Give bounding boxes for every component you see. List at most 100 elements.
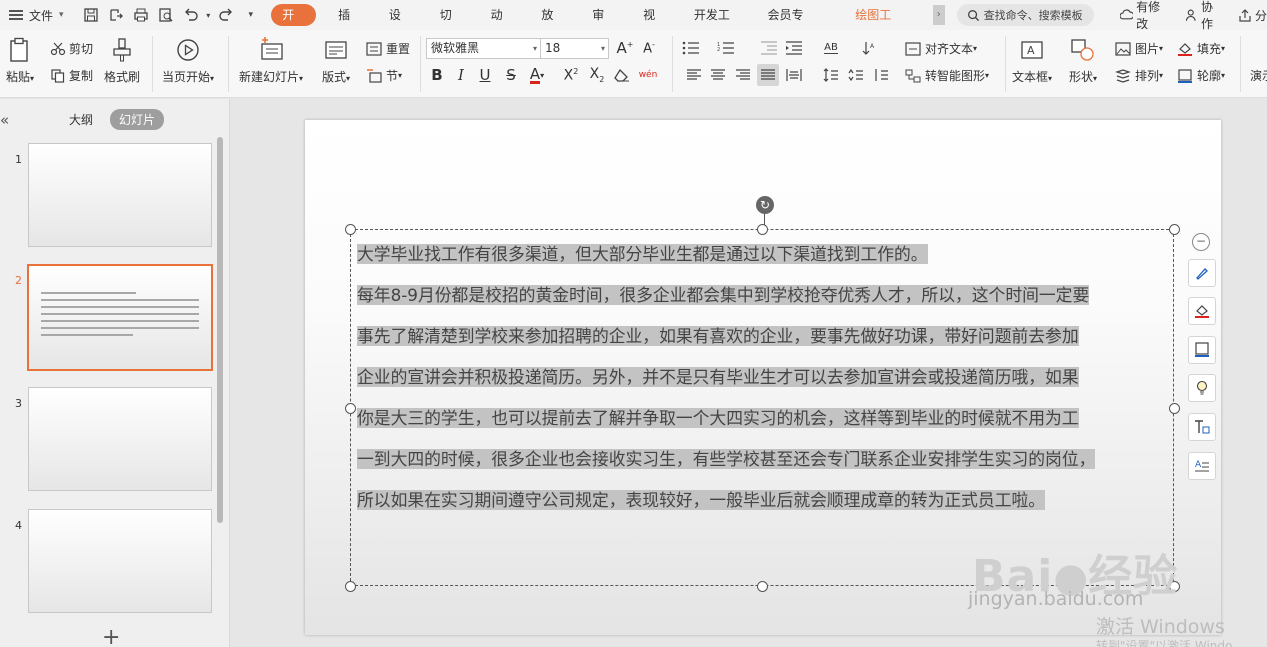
tab-2[interactable]: 设计 <box>375 4 426 44</box>
lightbulb-icon[interactable] <box>1188 374 1216 402</box>
format-painter-button[interactable]: 格式刷 <box>104 36 140 85</box>
section-button[interactable]: 节 ▾ <box>366 67 402 84</box>
arrange-button[interactable]: 排列 ▾ <box>1115 67 1163 84</box>
rotate-handle-icon[interactable]: ↻ <box>756 196 774 214</box>
resize-handle[interactable] <box>345 581 356 592</box>
new-slide-button[interactable]: 新建幻灯片▾ <box>239 36 303 85</box>
tab-4[interactable]: 动画 <box>477 4 528 44</box>
shape-outline-icon[interactable] <box>1188 336 1216 364</box>
tab-1[interactable]: 插入 <box>324 4 375 44</box>
present-button[interactable]: 演示 <box>1250 67 1267 84</box>
svg-text:A: A <box>1027 44 1035 57</box>
distributed-icon[interactable] <box>783 64 805 86</box>
brush-style-icon[interactable] <box>1188 259 1216 287</box>
align-left-icon[interactable] <box>683 64 705 86</box>
tab-5[interactable]: 放映 <box>527 4 578 44</box>
panel-scrollbar[interactable] <box>217 137 223 523</box>
slide-body-text[interactable]: 大学毕业找工作有很多渠道，但大部分毕业生都是通过以下渠道找到工作的。 每年8-9… <box>357 234 1173 521</box>
ribbon-separator <box>672 36 673 92</box>
file-menu[interactable]: 文件 ▾ <box>0 0 78 30</box>
font-name-select[interactable]: 微软雅黑 ▾ <box>426 38 541 59</box>
add-slide-button[interactable]: + <box>102 625 120 647</box>
numbering-icon[interactable]: 12 <box>715 37 737 59</box>
phonetic-guide-icon[interactable]: wén <box>637 64 659 86</box>
bullets-icon[interactable] <box>680 37 702 59</box>
decrease-indent-icon[interactable] <box>758 37 780 59</box>
print-icon[interactable] <box>128 4 153 26</box>
font-size-select[interactable]: 18 ▾ <box>540 38 609 59</box>
collapse-panel-icon[interactable]: « <box>0 111 9 129</box>
text-direction-icon[interactable]: AB <box>820 37 842 59</box>
resize-handle[interactable] <box>757 581 768 592</box>
spacing-options-icon[interactable] <box>870 64 892 86</box>
customize-qa-icon[interactable]: ▾ <box>238 4 263 26</box>
copy-button[interactable]: 复制 <box>50 67 93 84</box>
picture-button[interactable]: 图片 ▾ <box>1115 40 1163 57</box>
text-style-icon[interactable]: A <box>1188 452 1216 480</box>
resize-handle[interactable] <box>1169 581 1180 592</box>
command-search[interactable]: 查找命令、搜索模板 <box>956 4 1094 26</box>
shape-icon <box>1071 39 1094 61</box>
tab-8[interactable]: 开发工具 <box>680 4 754 44</box>
play-from-current-button[interactable]: 当页开始▾ <box>162 36 214 85</box>
align-text-button[interactable]: 对齐文本 ▾ <box>905 40 977 57</box>
fill-button[interactable]: 填充 ▾ <box>1177 40 1225 57</box>
share-button[interactable]: 分 <box>1238 7 1267 24</box>
print-preview-icon[interactable] <box>153 4 178 26</box>
increase-font-icon[interactable]: A+ <box>614 37 636 59</box>
bold-icon[interactable]: B <box>426 64 448 86</box>
slide-thumbnail-2[interactable] <box>27 264 213 371</box>
align-center-icon[interactable] <box>707 64 729 86</box>
collab-button[interactable]: 协作 <box>1185 0 1224 32</box>
tab-6[interactable]: 审阅 <box>578 4 629 44</box>
shape-fill-icon[interactable] <box>1188 297 1216 325</box>
reset-button[interactable]: 重置 <box>366 40 410 57</box>
save-icon[interactable] <box>78 4 103 26</box>
modified-button[interactable]: 有修改 <box>1119 0 1171 32</box>
slide-thumbnail-4[interactable] <box>28 509 212 613</box>
justify-icon[interactable] <box>757 64 779 86</box>
sort-icon[interactable]: A <box>858 37 880 59</box>
tab-7[interactable]: 视图 <box>629 4 680 44</box>
tab-outline[interactable]: 大纲 <box>60 109 102 130</box>
strikethrough-icon[interactable]: S <box>500 64 522 86</box>
slide-canvas[interactable]: ↻ 大学毕业找工作有很多渠道，但大部分毕业生都是通过以下渠道找到工作的。 每年8… <box>305 120 1221 635</box>
undo-icon[interactable] <box>178 4 203 26</box>
tab-10[interactable]: 绘图工具 <box>827 4 929 44</box>
italic-icon[interactable]: I <box>450 64 472 86</box>
tabs-more-icon[interactable]: › <box>932 5 945 25</box>
superscript-icon[interactable]: X2 <box>560 64 582 86</box>
cut-button[interactable]: 剪切 <box>50 40 93 57</box>
increase-indent-icon[interactable] <box>783 37 805 59</box>
font-color-icon[interactable]: A ▾ <box>526 64 548 86</box>
clear-format-icon[interactable] <box>611 64 633 86</box>
smartart-button[interactable]: 转智能图形 ▾ <box>905 67 989 84</box>
export-icon[interactable] <box>103 4 128 26</box>
tab-slides[interactable]: 幻灯片 <box>110 109 165 130</box>
tab-3[interactable]: 切换 <box>426 4 477 44</box>
tab-9[interactable]: 会员专享 <box>754 4 828 44</box>
chevron-down-icon: ▾ <box>59 10 64 20</box>
resize-handle[interactable] <box>345 403 356 414</box>
layout-button[interactable]: 版式▾ <box>321 36 351 85</box>
textbox-button[interactable]: A 文本框▾ <box>1012 36 1052 85</box>
paragraph-spacing-icon[interactable] <box>845 64 867 86</box>
outline-button[interactable]: 轮廓 ▾ <box>1177 67 1225 84</box>
align-right-icon[interactable] <box>732 64 754 86</box>
underline-icon[interactable]: U <box>474 64 496 86</box>
text-tool-icon[interactable] <box>1188 413 1216 441</box>
undo-dropdown-icon[interactable]: ▾ <box>203 4 213 26</box>
selected-textbox[interactable]: ↻ 大学毕业找工作有很多渠道，但大部分毕业生都是通过以下渠道找到工作的。 每年8… <box>345 196 1180 592</box>
subscript-icon[interactable]: X2 <box>586 64 608 86</box>
decrease-font-icon[interactable]: A- <box>638 37 660 59</box>
shape-button[interactable]: 形状▾ <box>1068 36 1098 85</box>
slide-thumbnail-1[interactable] <box>28 143 212 247</box>
tab-0[interactable]: 开始 <box>271 4 317 44</box>
collapse-side-toolbar-icon[interactable]: − <box>1192 233 1210 251</box>
paste-button[interactable]: 粘贴▾ <box>5 36 35 85</box>
hamburger-icon <box>9 10 23 20</box>
redo-icon[interactable] <box>213 4 238 26</box>
slide-thumbnail-3[interactable] <box>28 387 212 491</box>
line-spacing-icon[interactable] <box>820 64 842 86</box>
resize-handle[interactable] <box>345 224 356 235</box>
